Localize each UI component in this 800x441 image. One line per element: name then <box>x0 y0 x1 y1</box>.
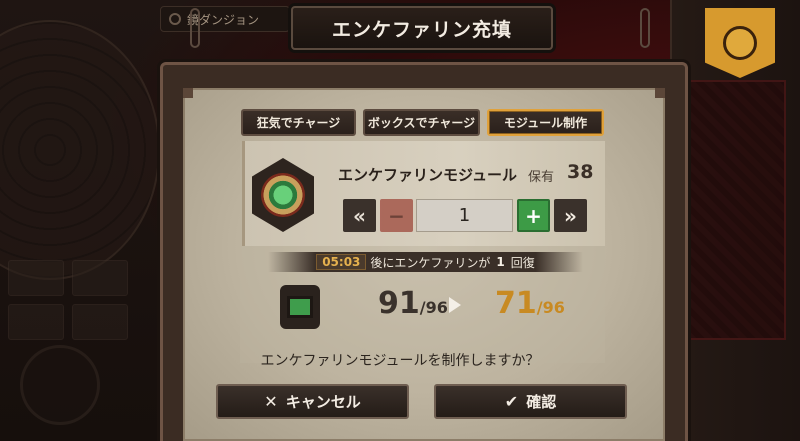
double-chevron-right-icon: » <box>564 203 577 228</box>
frame-corner <box>183 88 193 98</box>
energy-current-value: 91 <box>378 286 420 321</box>
bolt-decoration <box>640 8 650 48</box>
cancel-label: キャンセル <box>285 393 361 411</box>
plus-icon: + <box>525 203 542 228</box>
recovery-amount: 1 <box>496 255 505 269</box>
module-name: エンケファリンモジュール <box>338 166 517 184</box>
tab-module-craft[interactable]: モジュール制作 <box>487 109 604 136</box>
recovery-time: 05:03 <box>316 254 367 270</box>
energy-after-value: 71 <box>495 286 537 321</box>
energy-after: 71/96 <box>495 286 565 321</box>
dialog-title-text: エンケファリン充填 <box>331 18 512 41</box>
tab-label: 狂気でチャージ <box>256 116 341 130</box>
decrease-button[interactable]: − <box>380 199 413 232</box>
check-icon: ✔ <box>504 392 519 411</box>
confirm-question-text: エンケファリンモジュールを制作しますか？ <box>260 353 540 369</box>
frame-corner <box>655 88 665 98</box>
confirm-question: エンケファリンモジュールを制作しますか？ <box>0 350 800 370</box>
minus-icon: − <box>388 203 405 228</box>
console-panel-decoration <box>8 260 128 340</box>
tab-charge-box[interactable]: ボックスでチャージ <box>363 109 480 136</box>
enkephalin-energy-icon <box>280 285 320 329</box>
tab-charge-madness[interactable]: 狂気でチャージ <box>241 109 356 136</box>
bolt-decoration <box>190 8 200 48</box>
radar-decoration <box>0 20 160 280</box>
quantity-field[interactable]: 1 <box>416 199 513 232</box>
confirm-button[interactable]: ✔ 確認 <box>434 384 627 419</box>
set-max-button[interactable]: » <box>554 199 587 232</box>
energy-current: 91/96 <box>378 286 448 321</box>
close-icon: ✕ <box>264 392 278 411</box>
red-panel-decoration <box>686 80 786 340</box>
owned-count: 38 <box>567 161 594 183</box>
energy-max: /96 <box>419 298 448 317</box>
owned-label: 保有 <box>528 170 555 185</box>
tab-label: モジュール制作 <box>503 116 588 130</box>
increase-button[interactable]: + <box>517 199 550 232</box>
arrow-right-icon <box>449 297 461 313</box>
cancel-button[interactable]: ✕ キャンセル <box>216 384 409 419</box>
confirm-label: 確認 <box>526 393 557 411</box>
recovery-timer-bar: 05:03 後にエンケファリンが 1 回復 <box>268 252 583 272</box>
dialog-title: エンケファリン充填 <box>291 6 553 50</box>
energy-max: /96 <box>536 298 565 317</box>
dungeon-icon <box>169 13 181 25</box>
tab-label: ボックスでチャージ <box>367 116 476 130</box>
recovery-text-suffix: 回復 <box>510 255 535 270</box>
mirror-dungeon-tab[interactable]: 鏡ダンジョン <box>160 6 290 32</box>
set-min-button[interactable]: « <box>343 199 376 232</box>
recovery-text: 後にエンケファリンが <box>370 255 491 270</box>
double-chevron-left-icon: « <box>353 203 366 228</box>
